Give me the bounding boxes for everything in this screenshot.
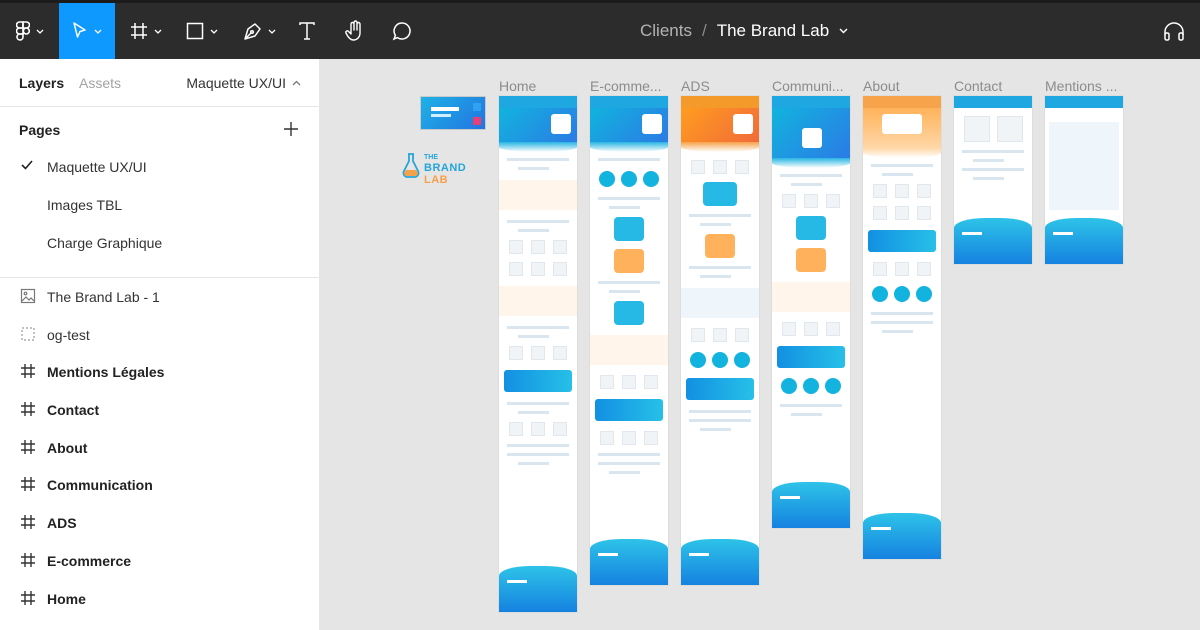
hand-icon	[345, 20, 361, 41]
layer-label: ADS	[47, 515, 77, 531]
frame-icon	[21, 591, 35, 605]
frame-label-mentions-legales[interactable]: Mentions ...	[1045, 78, 1125, 94]
chevron-down-icon[interactable]	[839, 28, 848, 34]
canvas[interactable]: THE BRAND LAB Home E-comme... ADS Commun…	[320, 59, 1200, 630]
chevron-up-icon	[292, 80, 301, 86]
page-item-label: Images TBL	[47, 197, 123, 213]
frame-contact[interactable]	[954, 96, 1032, 264]
tab-layers[interactable]: Layers	[19, 75, 64, 91]
image-icon	[20, 288, 36, 304]
tab-assets[interactable]: Assets	[79, 75, 121, 91]
current-page-select[interactable]: Maquette UX/UI	[186, 75, 301, 91]
frame-tool-button[interactable]	[118, 3, 174, 59]
page-item-maquette[interactable]: Maquette UX/UI	[0, 152, 320, 182]
layer-label: About	[47, 440, 88, 456]
panel-tabs: Layers Assets Maquette UX/UI	[0, 59, 320, 107]
cursor-icon	[73, 22, 86, 38]
layer-label: Home	[47, 591, 86, 607]
file-title-area[interactable]: Clients / The Brand Lab	[640, 3, 920, 59]
frame-hash-icon	[131, 23, 147, 39]
frame-e-commerce[interactable]	[590, 96, 668, 585]
layer-label: Mentions Légales	[47, 364, 165, 380]
frame-icon	[21, 364, 35, 378]
frame-about[interactable]	[863, 96, 941, 559]
frame-icon	[21, 553, 35, 567]
chevron-down-icon	[154, 29, 162, 34]
text-icon	[299, 22, 315, 40]
frame-label-ads[interactable]: ADS	[681, 78, 761, 94]
left-panel: Layers Assets Maquette UX/UI Pages Maque…	[0, 59, 320, 630]
chevron-down-icon	[36, 29, 43, 34]
panel-divider	[0, 277, 320, 278]
frame-home[interactable]	[499, 96, 577, 612]
page-item-label: Maquette UX/UI	[47, 159, 147, 175]
pen-icon	[243, 22, 261, 40]
comment-icon	[392, 22, 411, 41]
frame-ads[interactable]	[681, 96, 759, 585]
hand-tool-button[interactable]	[338, 3, 372, 59]
frame-label-about[interactable]: About	[863, 78, 943, 94]
file-title[interactable]: The Brand Lab	[717, 21, 829, 41]
page-item-charge-graphique[interactable]: Charge Graphique	[0, 228, 320, 258]
page-item-label: Charge Graphique	[47, 235, 163, 251]
comment-tool-button[interactable]	[385, 3, 419, 59]
frame-icon	[21, 440, 35, 454]
headphones-icon	[1164, 22, 1184, 41]
audio-button[interactable]	[1154, 3, 1194, 59]
layer-the-brand-lab-1[interactable]: The Brand Lab - 1	[0, 281, 320, 313]
chevron-down-icon	[210, 29, 218, 34]
breadcrumb-separator: /	[701, 21, 707, 40]
frame-label-contact[interactable]: Contact	[954, 78, 1034, 94]
layer-label: Contact	[47, 402, 100, 418]
checkmark-icon	[21, 160, 33, 170]
layer-communication[interactable]: Communication	[0, 469, 320, 501]
toolbar: Clients / The Brand Lab	[0, 0, 1200, 59]
chevron-down-icon	[94, 29, 102, 34]
frame-label-communication[interactable]: Communi...	[772, 78, 852, 94]
layer-label: Communication	[47, 477, 153, 493]
move-tool-button[interactable]	[59, 3, 115, 59]
thumb-title-bar	[431, 107, 459, 111]
add-page-icon[interactable]	[282, 120, 300, 138]
main-menu-button[interactable]	[0, 3, 59, 59]
shape-tool-button[interactable]	[174, 3, 230, 59]
rectangle-icon	[186, 22, 204, 40]
flask-icon	[402, 153, 420, 178]
thumb-social-square	[473, 117, 481, 125]
layer-label: The Brand Lab - 1	[47, 289, 160, 305]
text-tool-button[interactable]	[290, 3, 324, 59]
og-test-thumbnail[interactable]	[420, 96, 486, 130]
logo-brand-word: BRAND	[424, 162, 467, 174]
layer-about[interactable]: About	[0, 432, 320, 464]
frame-label-e-commerce[interactable]: E-comme...	[590, 78, 670, 94]
logo-lab-word: LAB	[424, 174, 449, 186]
figma-logo-icon	[15, 21, 30, 41]
layer-label: og-test	[47, 327, 90, 343]
thumb-social-square	[473, 103, 481, 111]
layer-ads[interactable]: ADS	[0, 507, 320, 539]
frame-communication[interactable]	[772, 96, 850, 528]
layer-home[interactable]: Home	[0, 583, 320, 615]
thumb-subtitle-bar	[431, 114, 451, 117]
chevron-down-icon	[268, 29, 275, 34]
current-page-label: Maquette UX/UI	[186, 75, 286, 91]
brand-lab-logo[interactable]: THE BRAND LAB	[400, 151, 490, 186]
pages-header: Pages	[19, 122, 61, 138]
page-item-images[interactable]: Images TBL	[0, 190, 320, 220]
layer-contact[interactable]: Contact	[0, 394, 320, 426]
frame-label-home[interactable]: Home	[499, 78, 579, 94]
frame-mentions-legales[interactable]	[1045, 96, 1123, 264]
logo-the-text: THE	[424, 154, 438, 161]
dashed-frame-icon	[21, 327, 35, 341]
logo-brand-text: BRAND LAB	[424, 162, 490, 186]
breadcrumb[interactable]: Clients	[640, 21, 692, 41]
layer-og-test[interactable]: og-test	[0, 319, 320, 351]
frame-icon	[21, 402, 35, 416]
pen-tool-button[interactable]	[231, 3, 287, 59]
layer-mentions-legales[interactable]: Mentions Légales	[0, 356, 320, 388]
frame-icon	[21, 477, 35, 491]
frame-icon	[21, 515, 35, 529]
layer-e-commerce[interactable]: E-commerce	[0, 545, 320, 577]
layer-label: E-commerce	[47, 553, 132, 569]
